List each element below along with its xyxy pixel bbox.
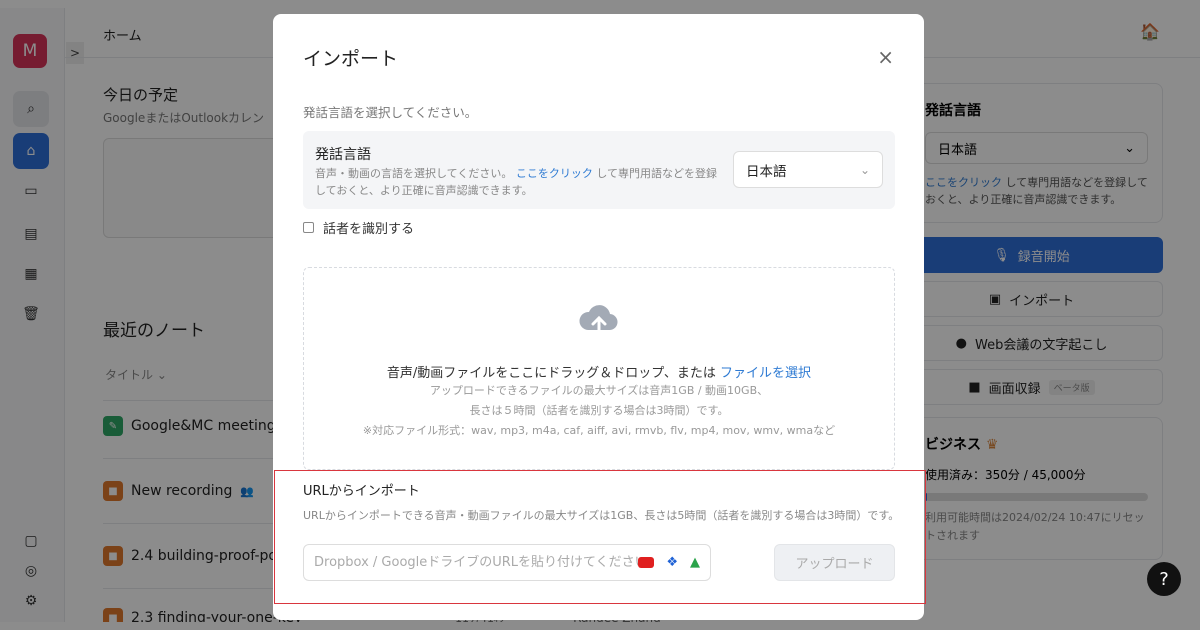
speaker-identify-checkbox[interactable]: 話者を識別する: [303, 218, 414, 237]
upload-button[interactable]: アップロード: [774, 544, 895, 581]
language-prompt: 発話言語を選択してください。: [303, 105, 478, 120]
chevron-down-icon: ⌄: [859, 162, 870, 177]
language-description: 音声・動画の言語を選択してください。 ここをクリック して専門用語などを登録して…: [315, 167, 718, 197]
url-input-wrapper: ❖ ▲: [303, 544, 711, 581]
glossary-link[interactable]: ここをクリック: [516, 167, 593, 180]
modal-title: インポート: [303, 48, 399, 70]
help-button[interactable]: ?: [1147, 562, 1181, 596]
language-label: 発話言語: [315, 147, 371, 163]
formats-note: ※対応ファイル形式：wav, mp3, m4a, caf, aiff, avi,…: [362, 424, 836, 437]
language-box: 発話言語 音声・動画の言語を選択してください。 ここをクリック して専門用語など…: [303, 131, 895, 209]
drop-text: 音声/動画ファイルをここにドラッグ＆ドロップ、または: [386, 366, 721, 381]
language-select[interactable]: 日本語 ⌄: [733, 151, 883, 188]
file-drop-zone[interactable]: 音声/動画ファイルをここにドラッグ＆ドロップ、または ファイルを選択 アップロー…: [303, 267, 895, 470]
url-import-section: URLからインポート URLからインポートできる音声・動画ファイルの最大サイズは…: [303, 480, 903, 581]
url-import-title: URLからインポート: [303, 484, 420, 499]
url-import-note: URLからインポートできる音声・動画ファイルの最大サイズは1GB、長さは5時間（…: [303, 509, 900, 522]
checkbox[interactable]: [303, 222, 314, 233]
close-icon[interactable]: ×: [877, 45, 894, 69]
dropbox-icon: ❖: [666, 555, 678, 570]
youtube-icon: [638, 557, 655, 568]
select-file-link[interactable]: ファイルを選択: [720, 366, 811, 381]
drop-note: 長さは５時間（話者を識別する場合は3時間）です。: [469, 404, 729, 417]
cloud-upload-icon: [579, 305, 618, 338]
url-input[interactable]: [314, 555, 639, 570]
import-modal: インポート × 発話言語を選択してください。 発話言語 音声・動画の言語を選択し…: [273, 14, 924, 620]
google-drive-icon: ▲: [690, 555, 700, 570]
drop-note: アップロードできるファイルの最大サイズは音声1GB / 動画10GB、: [429, 384, 769, 397]
